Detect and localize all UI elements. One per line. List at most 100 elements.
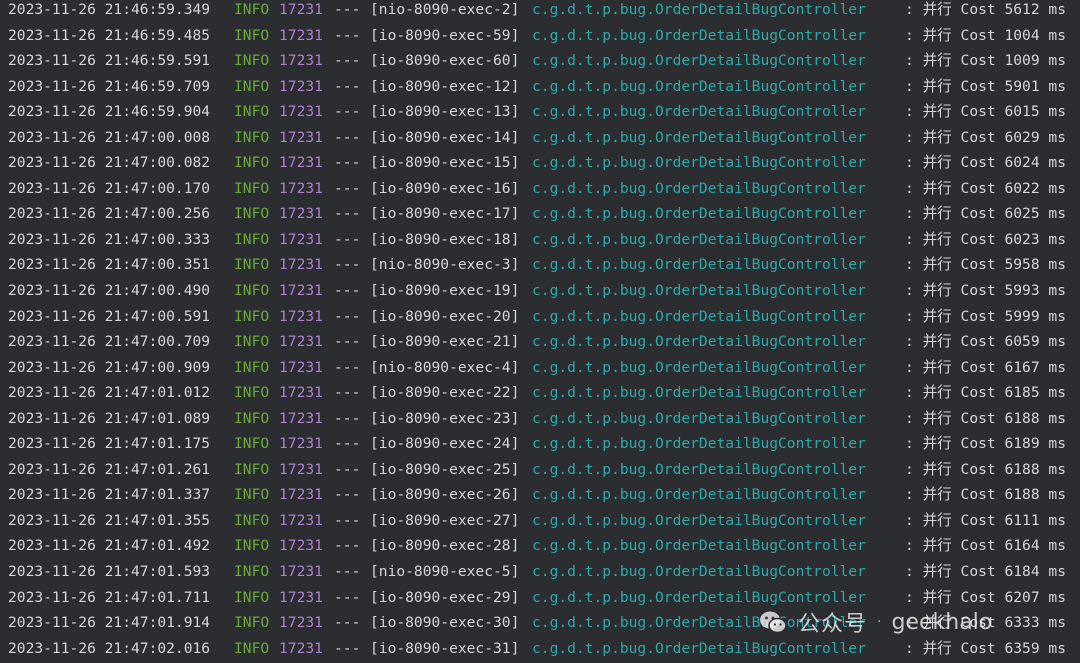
log-timestamp: 2023-11-26 21:47:00.909 bbox=[8, 358, 211, 376]
log-level: INFO bbox=[234, 205, 270, 223]
log-thread: [io-8090-exec-26] bbox=[370, 486, 520, 504]
log-thread: [io-8090-exec-28] bbox=[370, 537, 520, 555]
log-message: : 并行 Cost 6184 ms bbox=[905, 563, 1066, 581]
log-timestamp: 2023-11-26 21:47:00.709 bbox=[8, 333, 211, 351]
log-line: 2023-11-26 21:47:00.490 INFO 17231 --- [io-8… bbox=[0, 278, 1080, 304]
log-timestamp: 2023-11-26 21:47:00.591 bbox=[8, 307, 211, 325]
log-message: : 并行 Cost 6025 ms bbox=[905, 205, 1066, 223]
log-timestamp: 2023-11-26 21:47:00.333 bbox=[8, 230, 211, 248]
log-thread: [io-8090-exec-59] bbox=[370, 26, 520, 44]
log-thread: [io-8090-exec-31] bbox=[370, 639, 520, 657]
log-message: : 并行 Cost 6188 ms bbox=[905, 486, 1066, 504]
log-separator: --- bbox=[334, 128, 361, 146]
log-thread: [io-8090-exec-15] bbox=[370, 154, 520, 172]
log-pid: 17231 bbox=[279, 358, 323, 376]
log-pid: 17231 bbox=[279, 614, 323, 632]
log-logger: c.g.d.t.p.bug.OrderDetailBugController bbox=[532, 460, 866, 478]
log-pid: 17231 bbox=[279, 26, 323, 44]
log-line: 2023-11-26 21:47:00.709 INFO 17231 --- [io-8… bbox=[0, 329, 1080, 355]
log-separator: --- bbox=[334, 256, 361, 274]
log-logger: c.g.d.t.p.bug.OrderDetailBugController bbox=[532, 282, 866, 300]
log-separator: --- bbox=[334, 26, 361, 44]
log-logger: c.g.d.t.p.bug.OrderDetailBugController bbox=[532, 333, 866, 351]
log-logger: c.g.d.t.p.bug.OrderDetailBugController bbox=[532, 563, 866, 581]
log-separator: --- bbox=[334, 588, 361, 606]
log-pid: 17231 bbox=[279, 103, 323, 121]
log-line: 2023-11-26 21:47:01.711 INFO 17231 --- [io-8… bbox=[0, 585, 1080, 611]
log-thread: [io-8090-exec-30] bbox=[370, 614, 520, 632]
log-thread: [io-8090-exec-13] bbox=[370, 103, 520, 121]
log-line: 2023-11-26 21:46:59.485 INFO 17231 --- [io-8… bbox=[0, 23, 1080, 49]
log-message: : 并行 Cost 6185 ms bbox=[905, 384, 1066, 402]
log-timestamp: 2023-11-26 21:46:59.904 bbox=[8, 103, 211, 121]
log-message: : 并行 Cost 5999 ms bbox=[905, 307, 1066, 325]
log-pid: 17231 bbox=[279, 128, 323, 146]
log-logger: c.g.d.t.p.bug.OrderDetailBugController bbox=[532, 486, 866, 504]
log-logger: c.g.d.t.p.bug.OrderDetailBugController bbox=[532, 307, 866, 325]
log-thread: [io-8090-exec-20] bbox=[370, 307, 520, 325]
log-logger: c.g.d.t.p.bug.OrderDetailBugController bbox=[532, 435, 866, 453]
console-log-output[interactable]: 2023-11-26 21:46:59.349 INFO 17231 --- [nio-… bbox=[0, 0, 1080, 661]
log-thread: [io-8090-exec-60] bbox=[370, 52, 520, 70]
log-separator: --- bbox=[334, 511, 361, 529]
log-separator: --- bbox=[334, 537, 361, 555]
log-pid: 17231 bbox=[279, 77, 323, 95]
log-thread: [nio-8090-exec-5] bbox=[370, 563, 520, 581]
log-message: : 并行 Cost 1009 ms bbox=[905, 52, 1066, 70]
log-timestamp: 2023-11-26 21:47:01.593 bbox=[8, 563, 211, 581]
log-pid: 17231 bbox=[279, 409, 323, 427]
log-separator: --- bbox=[334, 103, 361, 121]
log-message: : 并行 Cost 6059 ms bbox=[905, 333, 1066, 351]
log-logger: c.g.d.t.p.bug.OrderDetailBugController bbox=[532, 1, 866, 18]
log-timestamp: 2023-11-26 21:47:01.355 bbox=[8, 511, 211, 529]
log-level: INFO bbox=[234, 307, 270, 325]
log-separator: --- bbox=[334, 435, 361, 453]
log-line: 2023-11-26 21:47:00.591 INFO 17231 --- [io-8… bbox=[0, 304, 1080, 330]
log-level: INFO bbox=[234, 537, 270, 555]
log-thread: [nio-8090-exec-4] bbox=[370, 358, 520, 376]
log-pid: 17231 bbox=[279, 486, 323, 504]
log-level: INFO bbox=[234, 460, 270, 478]
log-logger: c.g.d.t.p.bug.OrderDetailBugController bbox=[532, 537, 866, 555]
log-separator: --- bbox=[334, 639, 361, 657]
log-separator: --- bbox=[334, 460, 361, 478]
log-level: INFO bbox=[234, 154, 270, 172]
log-level: INFO bbox=[234, 333, 270, 351]
log-level: INFO bbox=[234, 511, 270, 529]
log-line: 2023-11-26 21:46:59.904 INFO 17231 --- [io-8… bbox=[0, 99, 1080, 125]
log-thread: [io-8090-exec-27] bbox=[370, 511, 520, 529]
log-separator: --- bbox=[334, 614, 361, 632]
log-timestamp: 2023-11-26 21:47:00.082 bbox=[8, 154, 211, 172]
log-pid: 17231 bbox=[279, 205, 323, 223]
log-thread: [nio-8090-exec-2] bbox=[370, 1, 520, 18]
log-pid: 17231 bbox=[279, 256, 323, 274]
log-message: : 并行 Cost 6188 ms bbox=[905, 460, 1066, 478]
log-line: 2023-11-26 21:47:00.333 INFO 17231 --- [io-8… bbox=[0, 227, 1080, 253]
log-timestamp: 2023-11-26 21:47:01.012 bbox=[8, 384, 211, 402]
log-logger: c.g.d.t.p.bug.OrderDetailBugController bbox=[532, 409, 866, 427]
log-thread: [io-8090-exec-24] bbox=[370, 435, 520, 453]
log-line: 2023-11-26 21:47:01.593 INFO 17231 --- [nio-… bbox=[0, 559, 1080, 585]
log-logger: c.g.d.t.p.bug.OrderDetailBugController bbox=[532, 588, 866, 606]
log-level: INFO bbox=[234, 384, 270, 402]
log-separator: --- bbox=[334, 205, 361, 223]
log-level: INFO bbox=[234, 409, 270, 427]
log-level: INFO bbox=[234, 230, 270, 248]
log-pid: 17231 bbox=[279, 384, 323, 402]
log-separator: --- bbox=[334, 154, 361, 172]
log-level: INFO bbox=[234, 614, 270, 632]
log-level: INFO bbox=[234, 26, 270, 44]
log-logger: c.g.d.t.p.bug.OrderDetailBugController bbox=[532, 103, 866, 121]
log-level: INFO bbox=[234, 639, 270, 657]
log-pid: 17231 bbox=[279, 435, 323, 453]
log-timestamp: 2023-11-26 21:46:59.709 bbox=[8, 77, 211, 95]
log-logger: c.g.d.t.p.bug.OrderDetailBugController bbox=[532, 256, 866, 274]
log-separator: --- bbox=[334, 409, 361, 427]
log-message: : 并行 Cost 5612 ms bbox=[905, 1, 1066, 18]
log-line: 2023-11-26 21:47:00.909 INFO 17231 --- [nio-… bbox=[0, 355, 1080, 381]
log-timestamp: 2023-11-26 21:47:01.175 bbox=[8, 435, 211, 453]
log-thread: [io-8090-exec-25] bbox=[370, 460, 520, 478]
log-message: : 并行 Cost 5958 ms bbox=[905, 256, 1066, 274]
log-pid: 17231 bbox=[279, 460, 323, 478]
log-pid: 17231 bbox=[279, 307, 323, 325]
